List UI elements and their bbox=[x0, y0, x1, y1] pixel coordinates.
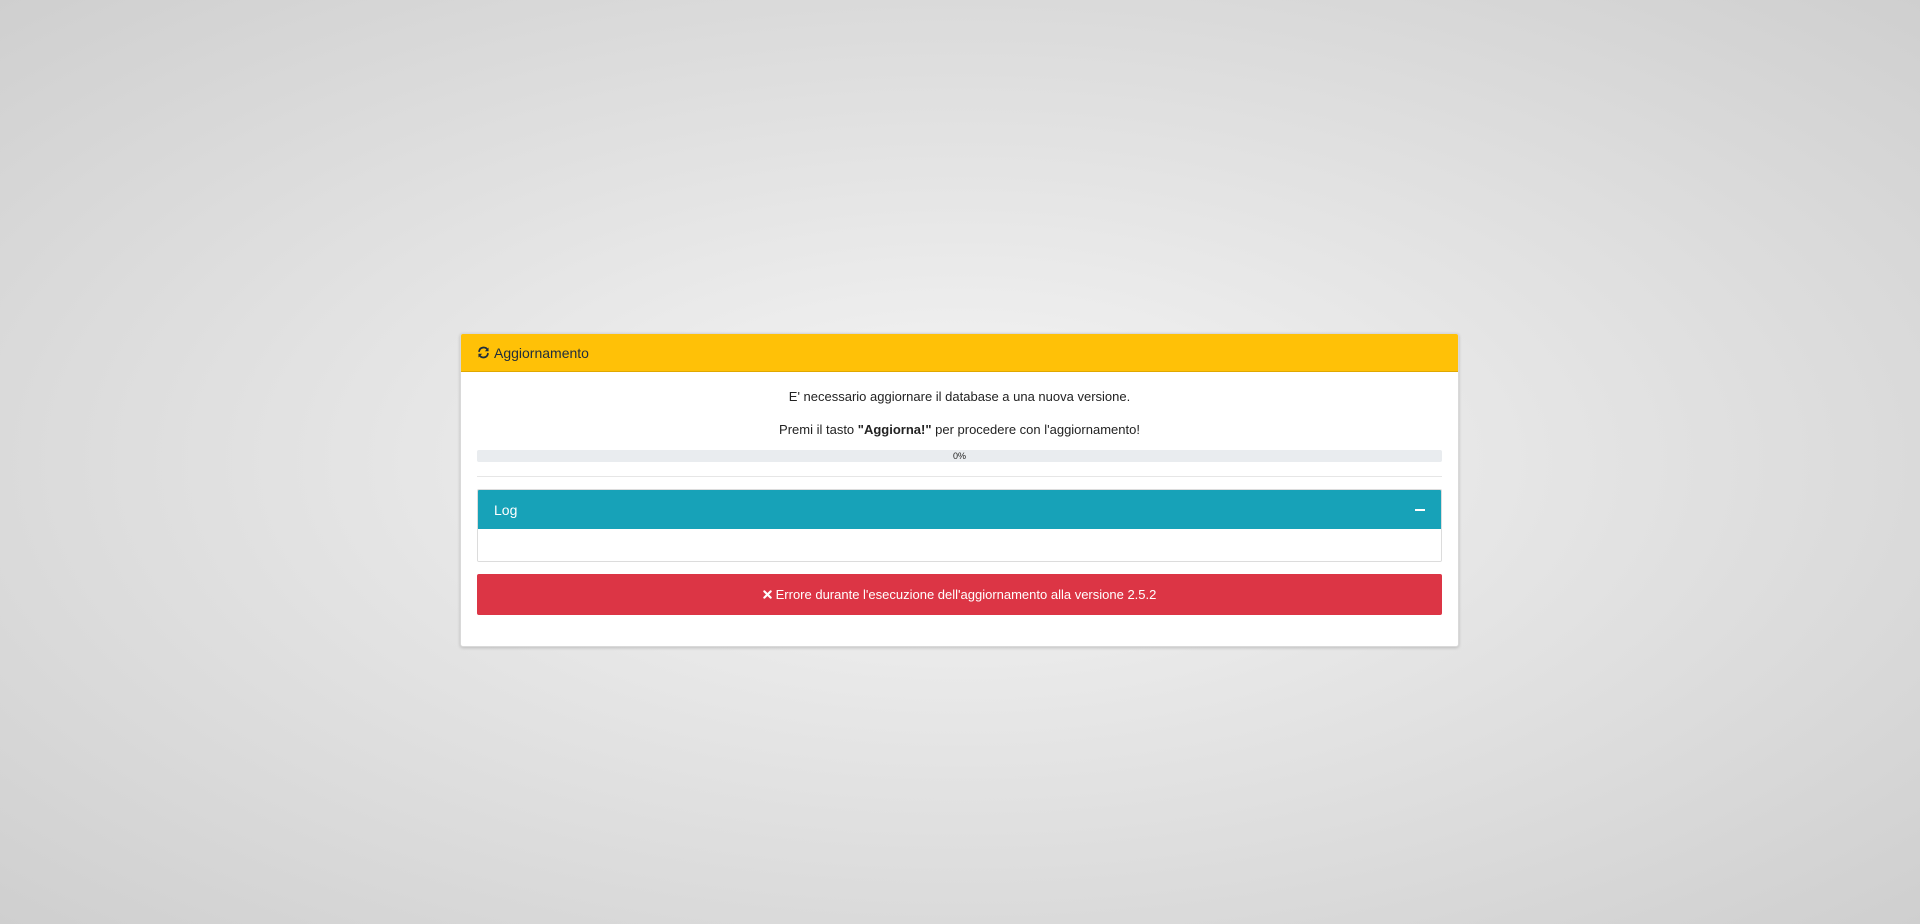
instruction-text-after: per procedere con l'aggiornamento! bbox=[931, 422, 1140, 437]
log-title: Log bbox=[494, 501, 518, 518]
update-progress-bar: 0% bbox=[477, 450, 1442, 462]
close-icon bbox=[762, 590, 772, 599]
update-required-message: E' necessario aggiornare il database a u… bbox=[788, 389, 1131, 404]
instruction-text-before: Premi il tasto bbox=[779, 422, 858, 437]
log-content bbox=[478, 529, 1441, 561]
log-header[interactable]: Log bbox=[478, 490, 1441, 529]
log-collapse-button[interactable] bbox=[1413, 503, 1427, 517]
update-instruction-message: Premi il tasto "Aggiorna!" per procedere… bbox=[477, 405, 1442, 438]
error-message: Errore durante l'esecuzione dell'aggiorn… bbox=[775, 587, 1157, 602]
card-title: Aggiornamento bbox=[494, 344, 589, 361]
divider bbox=[477, 476, 1442, 477]
error-alert: Errore durante l'esecuzione dell'aggiorn… bbox=[477, 574, 1442, 615]
minus-icon bbox=[1415, 508, 1425, 511]
progress-percentage: 0% bbox=[952, 451, 966, 461]
card-header: Aggiornamento bbox=[461, 334, 1458, 372]
refresh-icon bbox=[477, 346, 490, 359]
update-card: Aggiornamento E' necessario aggiornare i… bbox=[460, 333, 1459, 647]
instruction-button-name: "Aggiorna!" bbox=[857, 422, 932, 437]
log-panel: Log bbox=[477, 489, 1442, 562]
card-body: E' necessario aggiornare il database a u… bbox=[461, 372, 1458, 615]
